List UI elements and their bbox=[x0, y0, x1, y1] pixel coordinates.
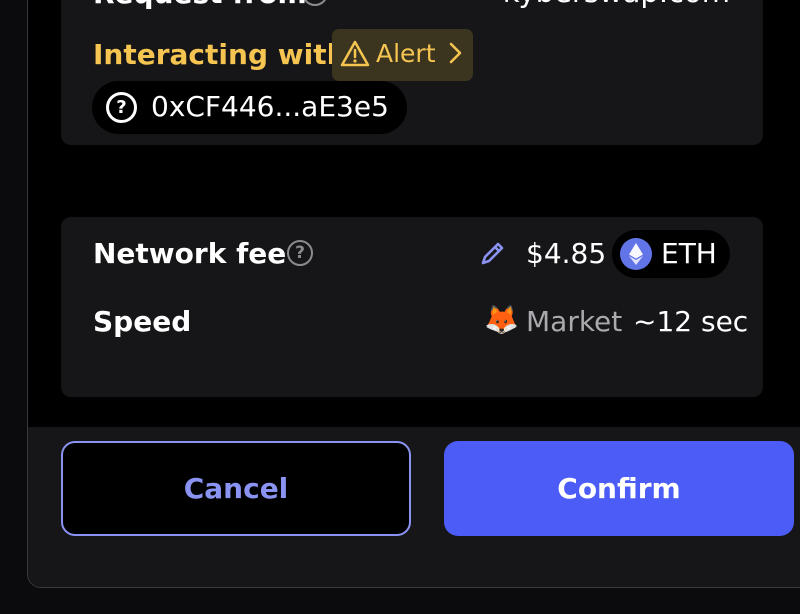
unknown-contract-icon: ? bbox=[106, 92, 137, 123]
request-details-card: Request from ? kyberswap.com Interacting… bbox=[61, 0, 763, 145]
contract-address-pill[interactable]: ? 0xCF446...aE3e5 bbox=[92, 81, 407, 134]
request-from-label: Request from bbox=[93, 0, 307, 10]
network-fee-card: Network fee ? $4.85 ETH Speed 🦊 Market ~… bbox=[61, 217, 763, 397]
pencil-icon[interactable] bbox=[479, 239, 507, 271]
question-circle-icon[interactable]: ? bbox=[287, 240, 313, 266]
fee-token-symbol: ETH bbox=[661, 237, 717, 270]
cancel-button[interactable]: Cancel bbox=[61, 441, 411, 536]
interacting-with-label: Interacting with bbox=[93, 38, 347, 71]
fee-amount: $4.85 bbox=[526, 237, 607, 270]
request-origin: kyberswap.com bbox=[503, 0, 730, 9]
contract-address: 0xCF446...aE3e5 bbox=[151, 90, 389, 123]
warning-triangle-icon bbox=[340, 39, 370, 73]
network-fee-label: Network fee bbox=[93, 237, 287, 270]
ethereum-icon bbox=[620, 238, 652, 270]
fox-icon: 🦊 bbox=[484, 303, 519, 336]
speed-mode: Market bbox=[526, 305, 623, 338]
speed-label: Speed bbox=[93, 305, 192, 338]
confirmation-popup: Request from ? kyberswap.com Interacting… bbox=[27, 0, 800, 588]
chevron-right-icon bbox=[447, 38, 465, 75]
alert-button[interactable]: Alert bbox=[332, 29, 473, 81]
speed-estimate: ~12 sec bbox=[633, 305, 749, 338]
alert-label: Alert bbox=[376, 39, 436, 68]
fee-token-pill[interactable]: ETH bbox=[612, 230, 730, 278]
action-footer: Cancel Confirm bbox=[28, 427, 800, 587]
confirm-button[interactable]: Confirm bbox=[444, 441, 794, 536]
